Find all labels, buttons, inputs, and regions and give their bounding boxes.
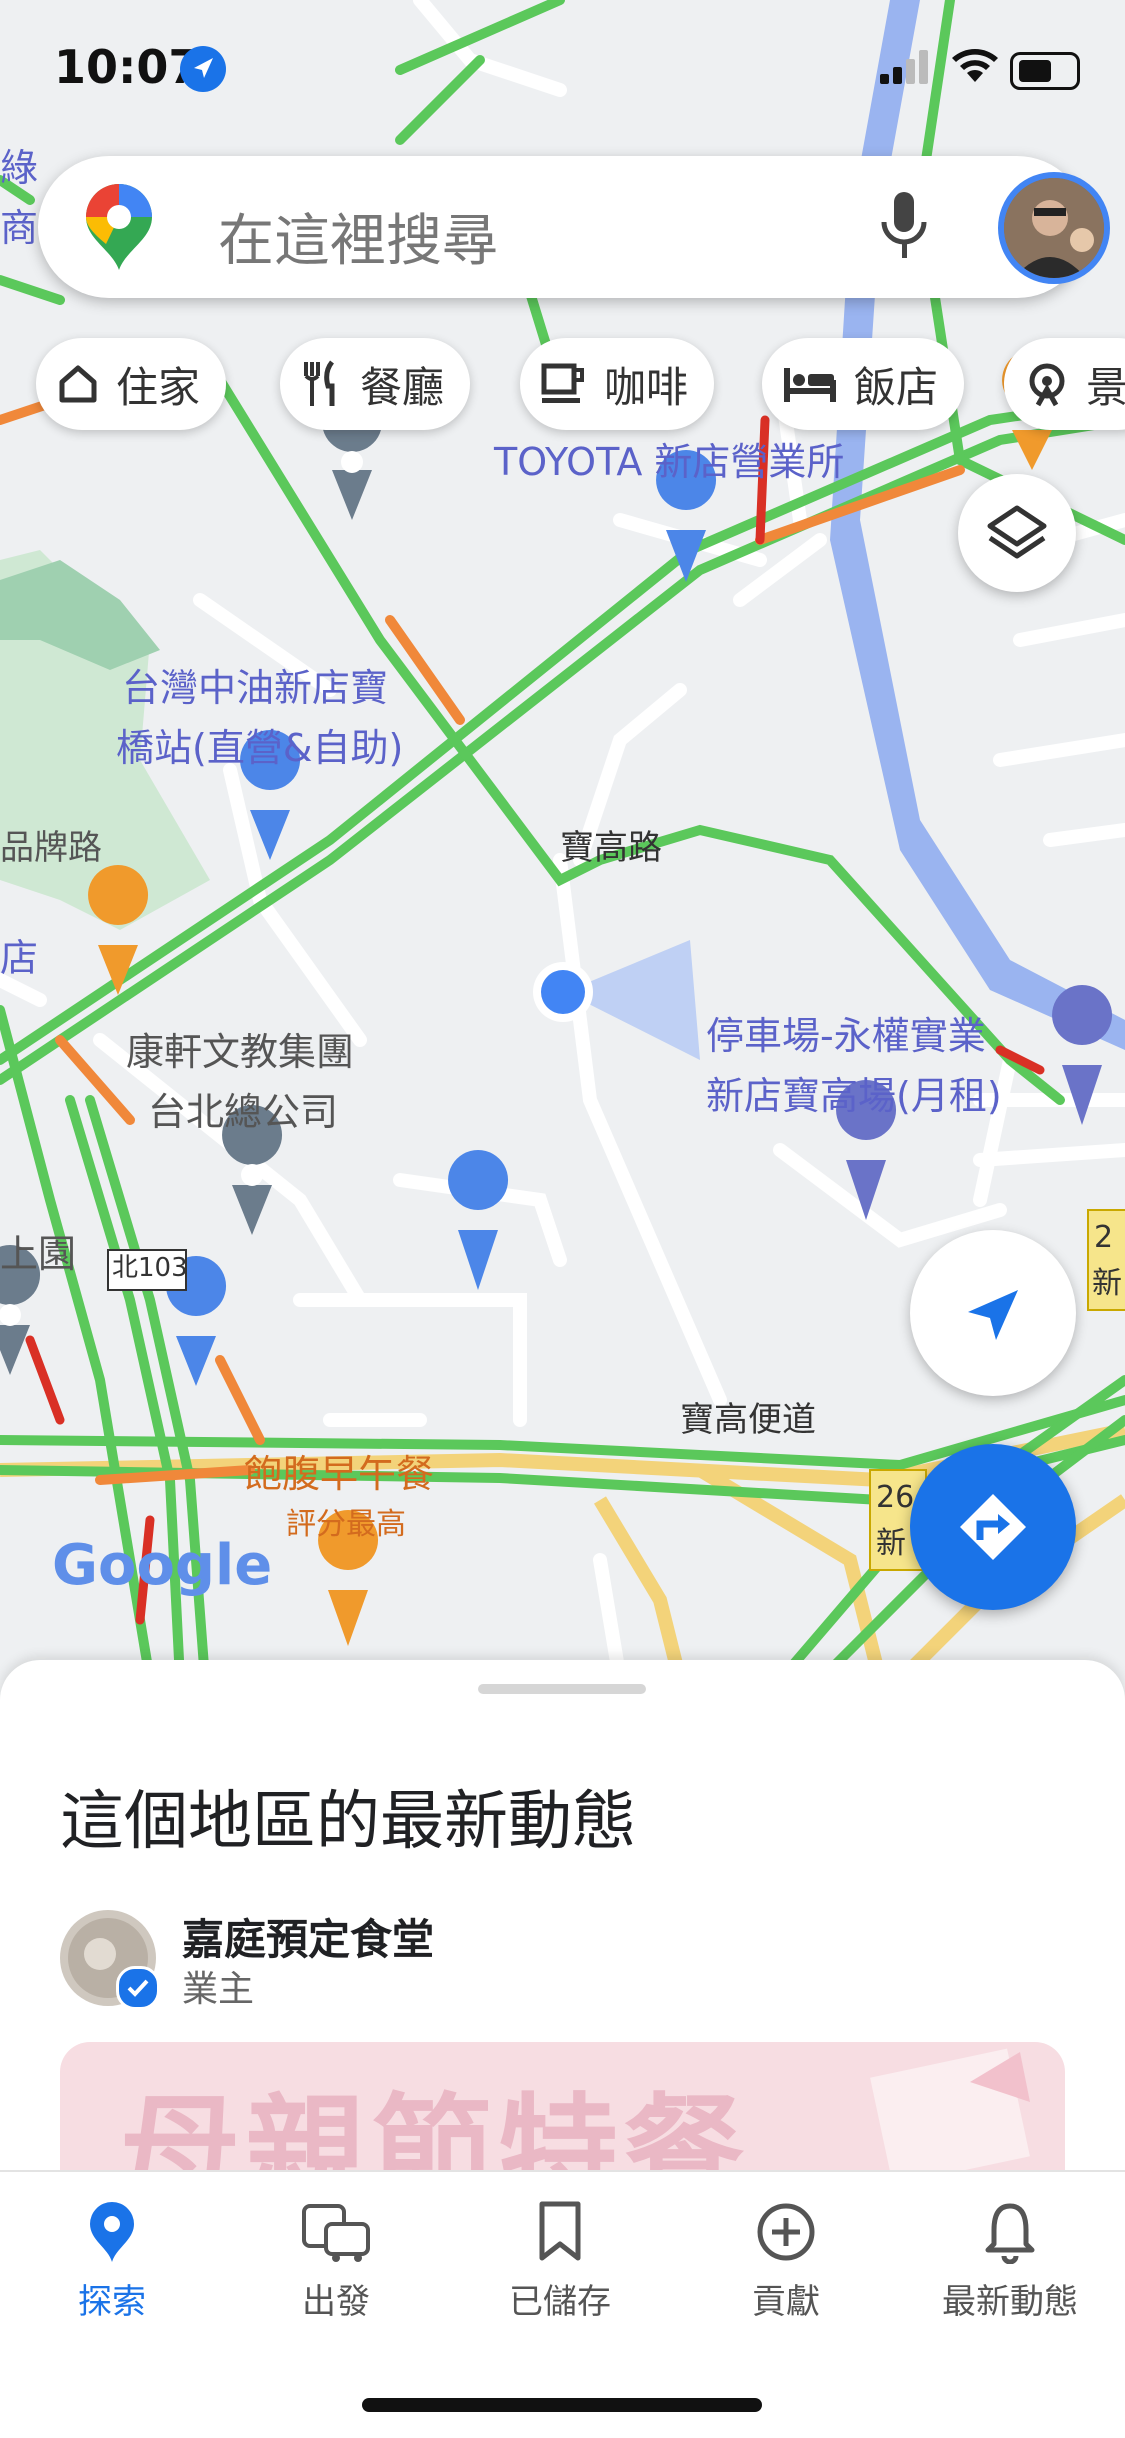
map-label-shield-26-sub: 新 [876,1526,906,1561]
location-services-icon [180,46,226,92]
map-label-road-baogao-bypass: 寶高便道 [680,1400,816,1440]
map-label-parking-line2[interactable]: 新店寶高場(月租) [706,1068,1002,1124]
chip-coffee-label: 咖啡 [604,362,689,412]
chip-home[interactable]: 住家 [36,338,227,430]
map-label-breakfast-rating: 評分最高 [286,1507,406,1542]
bell-icon [985,2203,1035,2264]
nav-updates-label: 最新動態 [942,2282,1078,2322]
latest-updates-sheet[interactable]: 這個地區的最新動態 嘉庭預定食堂 業主 母親節特餐 [0,1660,1125,2180]
chip-attractions[interactable]: 景 [1004,338,1125,430]
chip-restaurants[interactable]: 餐廳 [280,338,471,430]
google-maps-pin-icon [86,184,152,270]
chip-coffee[interactable]: 咖啡 [520,338,715,430]
chip-restaurants-label: 餐廳 [360,362,445,412]
commute-icon [302,2204,370,2262]
map-label-top-left-1: 綠 [0,146,39,190]
chip-home-label: 住家 [116,362,201,412]
nav-saved-label: 已儲存 [509,2282,611,2322]
coffee-icon [541,363,584,403]
hotel-icon [784,368,836,402]
map-label-left-store[interactable]: 店 [0,930,38,986]
nav-contribute[interactable]: 貢獻 [676,2200,896,2323]
map-label-route-north103: 北103 [112,1253,188,1283]
restaurant-icon [304,360,335,406]
sheet-drag-handle[interactable] [478,1684,646,1694]
profile-photo [1004,178,1104,278]
map-label-left-road: 品牌路 [0,828,102,868]
microphone-icon[interactable] [878,192,930,262]
cellular-signal-icon [880,50,928,84]
map-label-right-shield-2: 新 [1092,1266,1122,1301]
explore-pin-icon [90,2202,134,2262]
directions-icon [960,1494,1026,1560]
wifi-icon [952,49,998,82]
post-image-text: 母親節特餐 [120,2083,750,2180]
map-layers-button[interactable] [958,474,1076,592]
chip-attractions-label: 景 [1086,362,1125,412]
map-label-parking-line1[interactable]: 停車場-永權實業 [706,1008,986,1064]
search-bar[interactable]: 在這裡搜尋 [38,156,1110,298]
nav-contribute-label: 貢獻 [752,2282,820,2322]
search-input[interactable]: 在這裡搜尋 [218,196,498,277]
nav-explore-label: 探索 [78,2282,146,2322]
nav-explore[interactable]: 探索 [2,2200,222,2323]
battery-icon [1010,52,1080,90]
map-label-top-left-2: 商 [0,206,39,250]
map-label-kangxuan-line2[interactable]: 台北總公司 [148,1084,338,1140]
navigation-arrow-icon [968,1290,1018,1340]
status-time: 10:07 [54,40,201,94]
chip-hotels-label: 飯店 [854,362,939,412]
my-location-button[interactable] [910,1230,1076,1396]
verified-badge-icon [116,1966,160,2010]
map-label-breakfast[interactable]: 飽腹早午餐 [244,1446,434,1502]
map-label-toyota[interactable]: TOYOTA 新店營業所 [494,434,844,490]
sheet-title: 這個地區的最新動態 [60,1785,636,1859]
bookmark-icon [539,2201,581,2261]
status-bar: 10:07 [0,0,1125,140]
map-label-road-baogao: 寶高路 [560,828,662,868]
directions-button[interactable] [910,1444,1076,1610]
google-logo: Google [52,1533,273,1598]
nav-go-label: 出發 [302,2282,370,2322]
gift-decoration [870,2048,1030,2180]
add-circle-icon [757,2203,815,2261]
post-image[interactable]: 母親節特餐 [60,2042,1065,2180]
nav-updates[interactable]: 最新動態 [900,2200,1120,2323]
layers-icon [987,505,1047,559]
account-avatar[interactable] [998,172,1110,284]
poster-name[interactable]: 嘉庭預定食堂 [182,1906,434,1967]
map-label-gas-station-line2[interactable]: 橋站(直營&自助) [116,720,403,776]
poster-role: 業主 [182,1969,255,2010]
attraction-icon [1029,363,1065,407]
chip-hotels[interactable]: 飯店 [762,338,965,430]
map-label-kangxuan-line1[interactable]: 康軒文教集團 [126,1024,354,1080]
home-icon [59,365,97,403]
nav-go[interactable]: 出發 [226,2200,446,2323]
map-label-left-garden: 上園 [0,1232,77,1276]
map-label-gas-station-line1[interactable]: 台灣中油新店寶 [122,660,388,716]
home-indicator[interactable] [362,2398,762,2412]
nav-saved[interactable]: 已儲存 [450,2200,670,2323]
